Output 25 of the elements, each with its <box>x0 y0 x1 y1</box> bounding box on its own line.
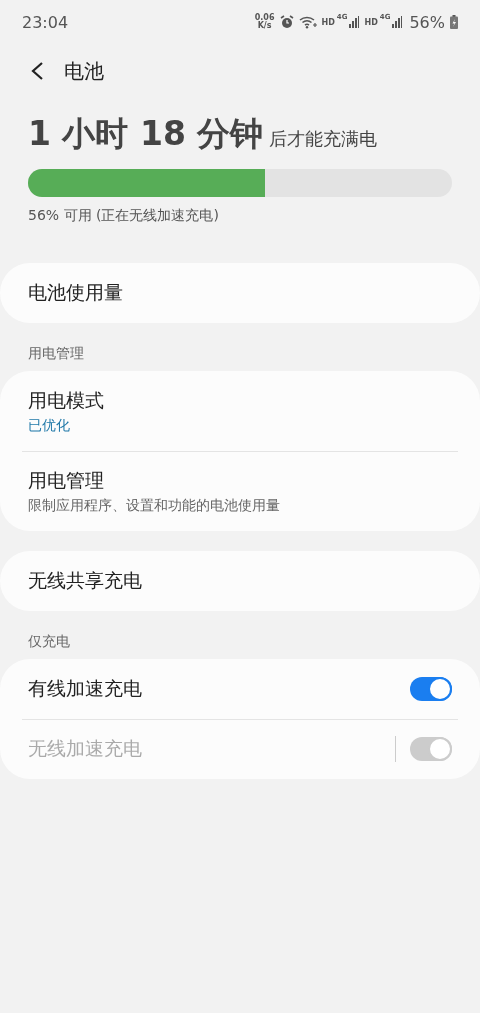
wifi-icon <box>298 15 317 29</box>
battery-percent: 56% <box>409 12 445 32</box>
setting-title[interactable]: 电池使用量 <box>28 280 123 306</box>
battery-charging-icon <box>450 15 458 29</box>
signal-icon <box>392 16 403 28</box>
page-title: 电池 <box>64 57 104 85</box>
charge-time: 1 小时 18 分钟 <box>28 113 264 155</box>
charge-time-caption: 后才能充满电 <box>269 127 378 151</box>
network-speed-unit: K/s <box>257 22 272 30</box>
signal-icon <box>349 16 360 28</box>
setting-summary: 限制应用程序、设置和功能的电池使用量 <box>28 496 280 515</box>
section-heading: 仅充电 <box>27 632 71 651</box>
setting-title[interactable]: 有线加速充电 <box>28 676 142 702</box>
network-speed: 0.06 <box>254 14 275 22</box>
setting-title[interactable]: 用电模式 <box>28 387 104 414</box>
battery-status: 56% 可用 (正在无线加速充电) <box>28 207 220 225</box>
clock: 23:04 <box>22 12 70 32</box>
setting-summary: 已优化 <box>28 416 70 435</box>
hd-label: HD <box>321 17 335 27</box>
setting-title[interactable]: 用电管理 <box>28 467 104 494</box>
section-heading: 用电管理 <box>27 344 85 363</box>
setting-title[interactable]: 无线共享充电 <box>28 568 142 594</box>
hd-label: HD <box>364 17 378 27</box>
toggle-switch[interactable] <box>410 677 452 701</box>
alarm-icon <box>279 15 294 29</box>
